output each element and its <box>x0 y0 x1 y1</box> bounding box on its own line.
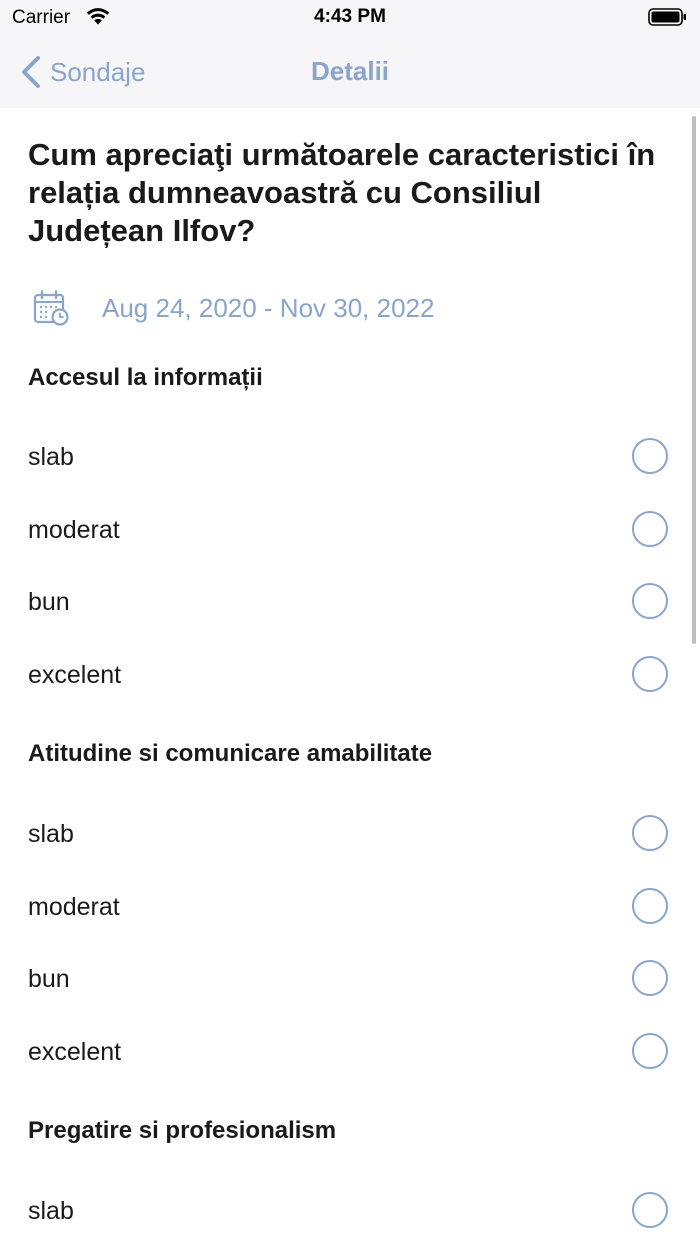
section-title: Accesul la informații <box>28 364 263 391</box>
option-label: slab <box>28 443 74 471</box>
option-label: moderat <box>28 516 120 544</box>
radio-button[interactable] <box>632 888 668 924</box>
survey-date-range: Aug 24, 2020 - Nov 30, 2022 <box>102 292 435 323</box>
radio-button[interactable] <box>632 583 668 619</box>
section-title: Atitudine si comunicare amabilitate <box>28 740 433 767</box>
section-title: Pregatire si profesionalism <box>28 1117 337 1144</box>
option-row[interactable]: slab <box>0 1182 700 1242</box>
navigation-bar: Sondaje Detalii <box>0 36 700 108</box>
option-label: slab <box>28 1197 74 1225</box>
option-row[interactable]: excelent <box>0 646 700 706</box>
option-label: excelent <box>28 661 122 689</box>
radio-button[interactable] <box>632 438 668 474</box>
option-label: excelent <box>28 1038 122 1066</box>
status-time: 4:43 PM <box>314 6 386 27</box>
radio-button[interactable] <box>632 960 668 996</box>
option-row[interactable]: excelent <box>0 1023 700 1083</box>
survey-detail-content[interactable]: Cum apreciaţi următoarele caracteristici… <box>0 108 700 1244</box>
page-title: Detalii <box>310 56 390 86</box>
date-row: Aug 24, 2020 - Nov 30, 2022 <box>32 288 434 328</box>
option-row[interactable]: moderat <box>0 878 700 938</box>
option-label: moderat <box>28 893 120 921</box>
option-label: slab <box>28 820 74 848</box>
option-label: bun <box>28 965 70 993</box>
option-row[interactable]: slab <box>0 805 700 865</box>
radio-button[interactable] <box>632 815 668 851</box>
option-row[interactable]: slab <box>0 428 700 488</box>
option-row[interactable]: bun <box>0 573 700 633</box>
radio-button[interactable] <box>632 511 668 547</box>
scroll-indicator[interactable] <box>692 116 696 644</box>
calendar-clock-icon <box>33 290 69 326</box>
battery-full-icon <box>648 8 686 26</box>
survey-question: Cum apreciaţi următoarele caracteristici… <box>28 137 656 248</box>
option-row[interactable]: bun <box>0 950 700 1010</box>
radio-button[interactable] <box>632 656 668 692</box>
option-row[interactable]: moderat <box>0 501 700 561</box>
option-label: bun <box>28 588 70 616</box>
status-bar: Carrier 4:43 PM <box>0 0 700 36</box>
radio-button[interactable] <box>632 1033 668 1069</box>
radio-button[interactable] <box>632 1192 668 1228</box>
